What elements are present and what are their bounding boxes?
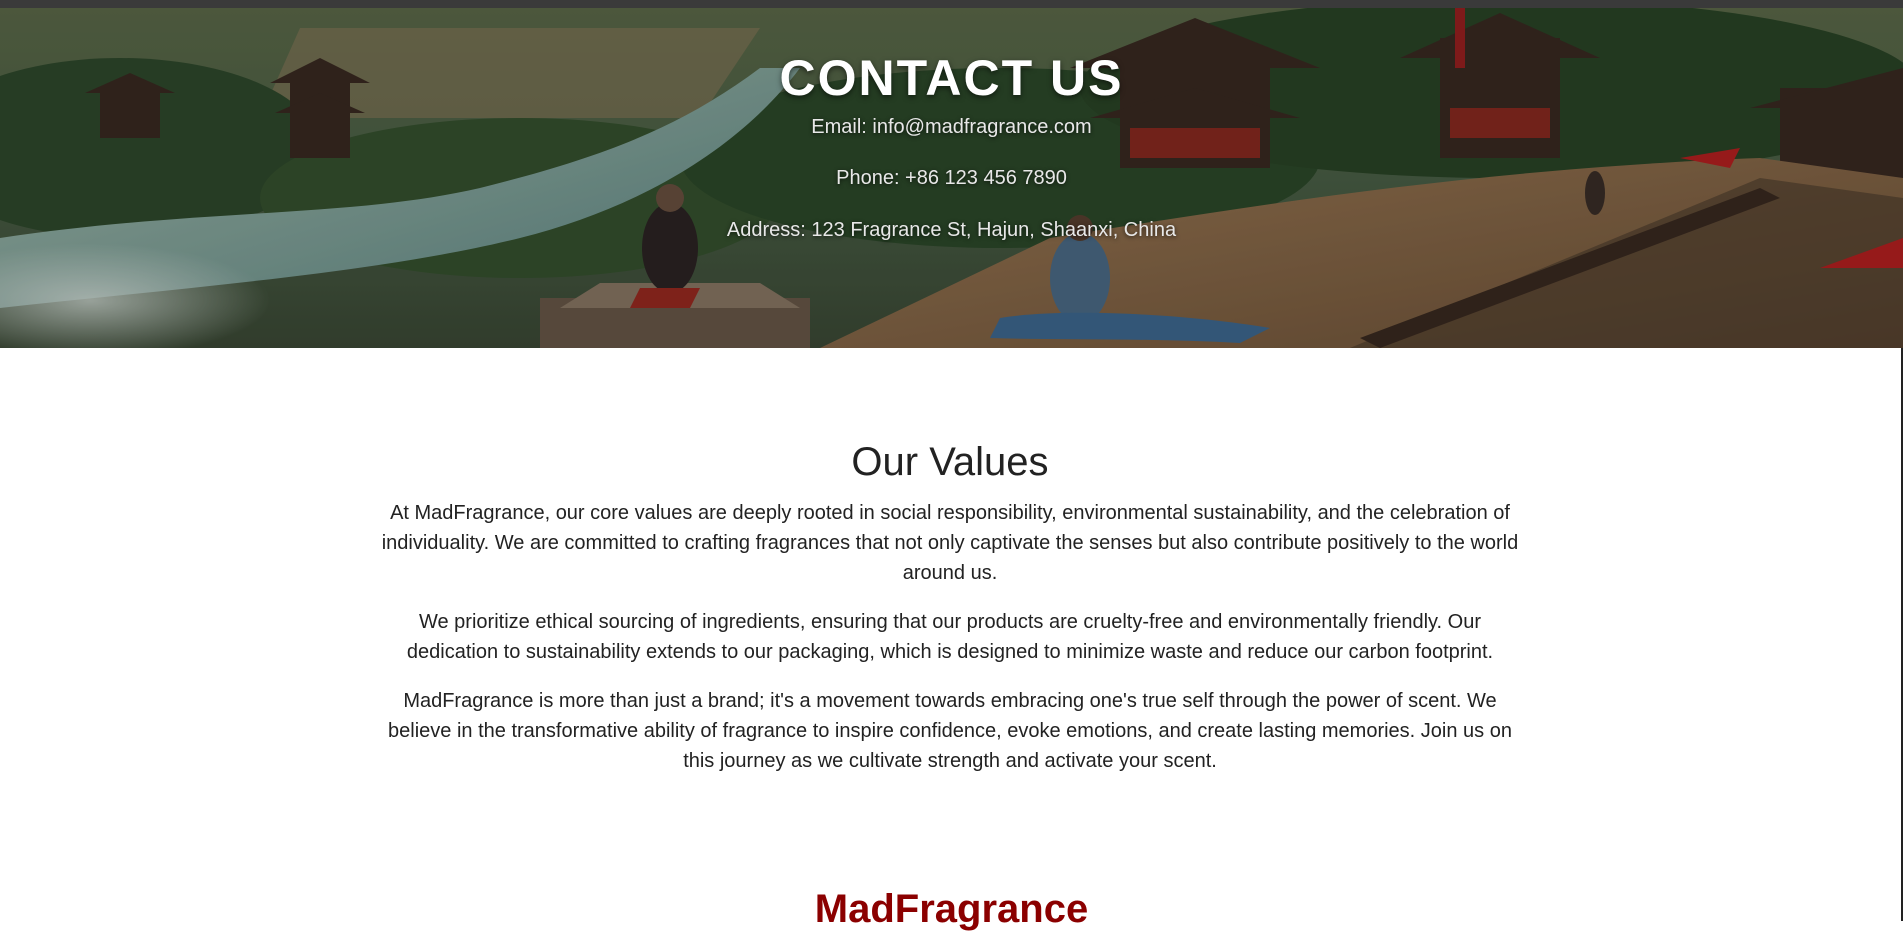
values-section: Our Values At MadFragrance, our core val… — [380, 430, 1520, 795]
values-paragraph: We prioritize ethical sourcing of ingred… — [406, 611, 1494, 663]
top-bar — [0, 0, 1903, 8]
brand-logo-text[interactable]: MadFragrance — [0, 884, 1903, 934]
values-paragraph: At MadFragrance, our core values are dee… — [381, 502, 1519, 584]
contact-email[interactable]: Email: info@madfragrance.com — [0, 115, 1903, 139]
contact-info: CONTACT US Email: info@madfragrance.com … — [0, 8, 1903, 242]
contact-phone[interactable]: Phone: +86 123 456 7890 — [0, 166, 1903, 190]
contact-address: Address: 123 Fragrance St, Hajun, Shaanx… — [726, 219, 1177, 241]
contact-hero: CONTACT US Email: info@madfragrance.com … — [0, 8, 1903, 348]
values-heading: Our Values — [851, 440, 1049, 484]
page-title: CONTACT US — [779, 50, 1124, 106]
values-paragraph: MadFragrance is more than just a brand; … — [388, 690, 1512, 772]
